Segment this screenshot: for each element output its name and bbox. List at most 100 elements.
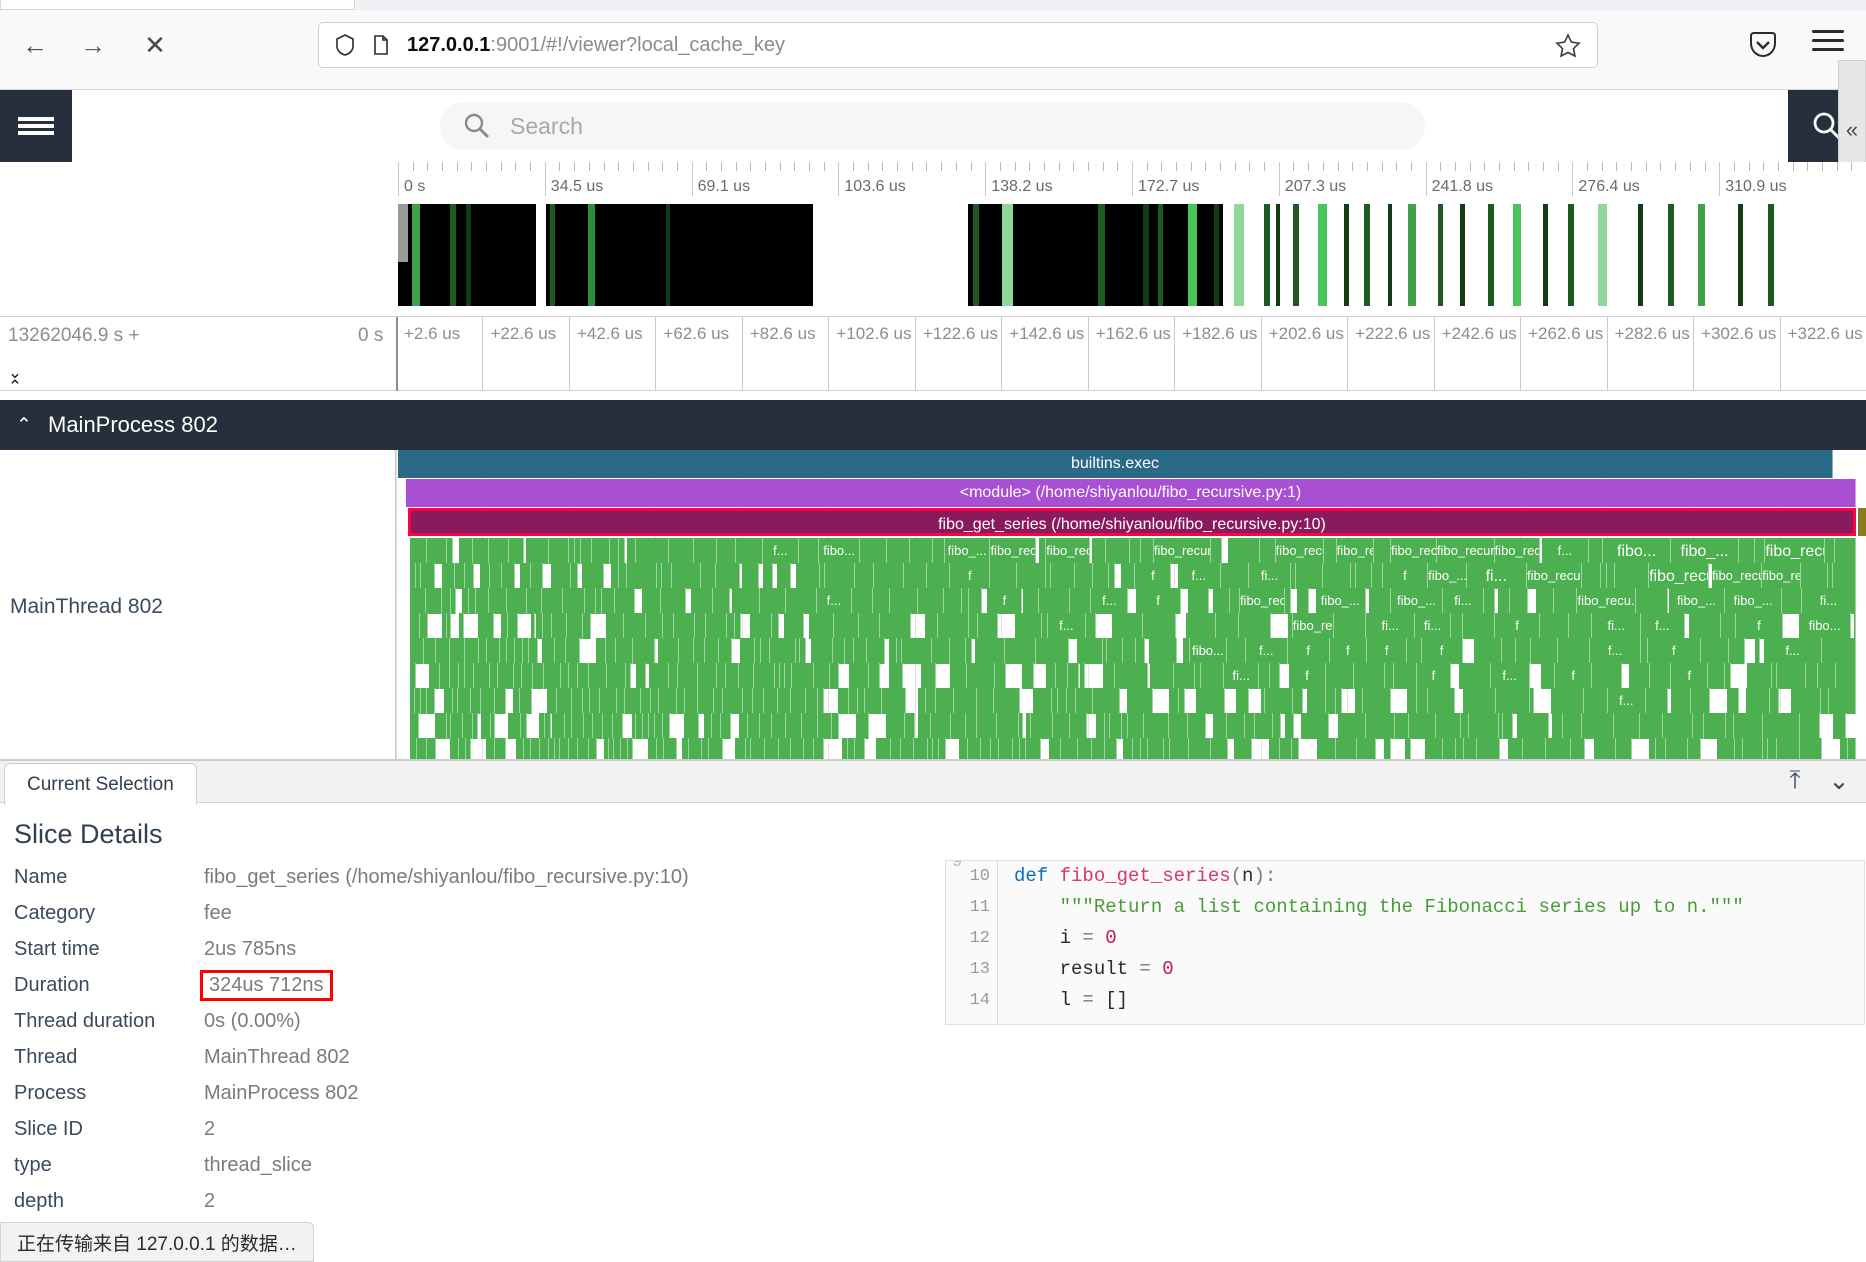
flamegraph-slice[interactable] [410, 713, 420, 739]
flamegraph-slice[interactable] [1121, 563, 1136, 589]
flamegraph-slice[interactable] [798, 538, 820, 564]
flamegraph-slice[interactable] [676, 688, 686, 714]
flamegraph-slice[interactable] [556, 688, 573, 714]
flamegraph-slice[interactable] [949, 638, 966, 664]
flamegraph-slice[interactable] [995, 663, 1007, 689]
flamegraph-slice[interactable] [844, 638, 854, 664]
flamegraph-slice[interactable] [485, 738, 496, 759]
flamegraph-slice[interactable] [1691, 688, 1711, 714]
flamegraph-slice[interactable] [1501, 638, 1516, 664]
flamegraph-slice[interactable] [1464, 738, 1477, 759]
flamegraph-slice[interactable]: f [1671, 663, 1709, 689]
flamegraph-slice[interactable] [1280, 738, 1293, 759]
flamegraph-slice[interactable] [470, 688, 482, 714]
flamegraph-slice[interactable] [805, 688, 819, 714]
flamegraph-slice[interactable] [564, 713, 572, 739]
flamegraph-slice[interactable] [1132, 738, 1142, 759]
flamegraph-slice[interactable] [969, 613, 978, 639]
flamegraph-slice[interactable] [501, 563, 515, 589]
flamegraph-slice[interactable]: f... [1764, 638, 1823, 664]
flamegraph-slice[interactable] [1529, 688, 1535, 714]
flamegraph-slice[interactable] [944, 588, 963, 614]
bookmark-star-icon[interactable] [1555, 33, 1581, 59]
flamegraph-slice[interactable] [709, 738, 723, 759]
flamegraph-slice[interactable] [569, 738, 579, 759]
flamegraph-slice[interactable] [1825, 538, 1835, 564]
flamegraph-slice[interactable] [1833, 563, 1856, 589]
flamegraph-slice[interactable] [489, 563, 502, 589]
flamegraph-slice[interactable] [772, 613, 780, 639]
flamegraph-slice[interactable] [1018, 713, 1023, 739]
flamegraph-slice[interactable] [1140, 538, 1154, 564]
flamegraph-slice[interactable] [1366, 713, 1395, 739]
url-bar[interactable]: 127.0.0.1:9001/#!/viewer?local_cache_key [318, 22, 1598, 68]
flamegraph-slice[interactable] [410, 613, 420, 639]
flamegraph-slice[interactable] [1323, 538, 1337, 564]
flamegraph-slice[interactable]: fibo... [1189, 638, 1228, 664]
flamegraph-slice[interactable] [999, 738, 1013, 759]
flamegraph-slice[interactable] [591, 538, 610, 564]
flamegraph-slice[interactable]: fibo... [1798, 613, 1852, 639]
flamegraph-slice[interactable]: fibo_recu... [1577, 588, 1637, 614]
flamegraph-slice[interactable] [661, 588, 687, 614]
flamegraph-slice[interactable] [410, 588, 427, 614]
flamegraph-slice[interactable] [1517, 713, 1550, 739]
flamegraph-slice[interactable] [585, 588, 597, 614]
flamegraph-slice[interactable] [1336, 738, 1357, 759]
flamegraph-slice[interactable] [495, 738, 506, 759]
flamegraph-slice[interactable] [1233, 738, 1253, 759]
flamegraph-slice[interactable] [1269, 738, 1281, 759]
flamegraph-slice[interactable] [636, 538, 669, 564]
flamegraph-slice[interactable] [951, 713, 966, 739]
flamegraph-slice[interactable] [1079, 663, 1086, 689]
flamegraph-slice[interactable] [600, 688, 617, 714]
flamegraph-slice[interactable] [615, 588, 635, 614]
flamegraph-slice[interactable] [786, 588, 817, 614]
flamegraph-slice[interactable] [804, 738, 814, 759]
flamegraph-slice[interactable] [1541, 663, 1556, 689]
omnibox[interactable]: Search [440, 102, 1425, 150]
flamegraph-slice[interactable] [1473, 638, 1502, 664]
flamegraph-slice[interactable] [734, 738, 747, 759]
flamegraph-slice[interactable] [428, 663, 441, 689]
flamegraph-slice[interactable] [1338, 713, 1367, 739]
flamegraph-slice[interactable] [1754, 638, 1760, 664]
flamegraph-slice[interactable] [1306, 688, 1327, 714]
flamegraph-slice[interactable] [886, 538, 911, 564]
flamegraph-slice[interactable] [541, 588, 564, 614]
flamegraph-slice[interactable]: fibo_recursive (/home/shiyanlou... [1436, 538, 1495, 564]
browser-menu-icon[interactable] [1812, 30, 1844, 56]
flamegraph-canvas[interactable]: builtins.exec <module> (/home/shiyanlou/f… [396, 450, 1866, 759]
flamegraph-slice[interactable] [473, 663, 490, 689]
flamegraph-slice[interactable] [1781, 588, 1802, 614]
flamegraph-slice[interactable] [494, 688, 506, 714]
flamegraph-slice[interactable] [925, 688, 937, 714]
flamegraph-slice[interactable] [508, 713, 522, 739]
flamegraph-slice[interactable]: f [1421, 638, 1463, 664]
flamegraph-slice[interactable] [661, 563, 673, 589]
flamegraph-slice[interactable] [555, 638, 567, 664]
tab-current-selection[interactable]: Current Selection [4, 763, 197, 805]
flamegraph-slice[interactable] [522, 663, 533, 689]
flamegraph-slice[interactable] [1086, 613, 1097, 639]
flamegraph-slice[interactable] [931, 713, 952, 739]
flamegraph-slice[interactable] [410, 538, 427, 564]
flamegraph-slice[interactable] [477, 613, 495, 639]
flamegraph-slice[interactable] [566, 638, 580, 664]
flamegraph-slice[interactable] [1854, 613, 1856, 639]
flamegraph-slice[interactable] [520, 688, 533, 714]
flamegraph-slice[interactable] [560, 738, 570, 759]
flamegraph-slice[interactable]: fibo_recur... [1336, 538, 1374, 564]
flamegraph-slice[interactable] [461, 588, 470, 614]
flamegraph-slice[interactable] [875, 738, 892, 759]
flamegraph-slice[interactable] [705, 613, 727, 639]
flamegraph-slice[interactable] [459, 538, 473, 564]
flamegraph-slice[interactable] [489, 663, 499, 689]
flamegraph-slice[interactable]: f... [1177, 563, 1221, 589]
flamegraph-slice[interactable] [1833, 713, 1846, 739]
flamegraph-slice[interactable] [547, 688, 557, 714]
flamegraph-slice[interactable] [1148, 738, 1165, 759]
flamegraph-slice[interactable] [640, 688, 651, 714]
flamegraph-slice[interactable] [1665, 738, 1688, 759]
flamegraph-slice[interactable] [1212, 713, 1228, 739]
